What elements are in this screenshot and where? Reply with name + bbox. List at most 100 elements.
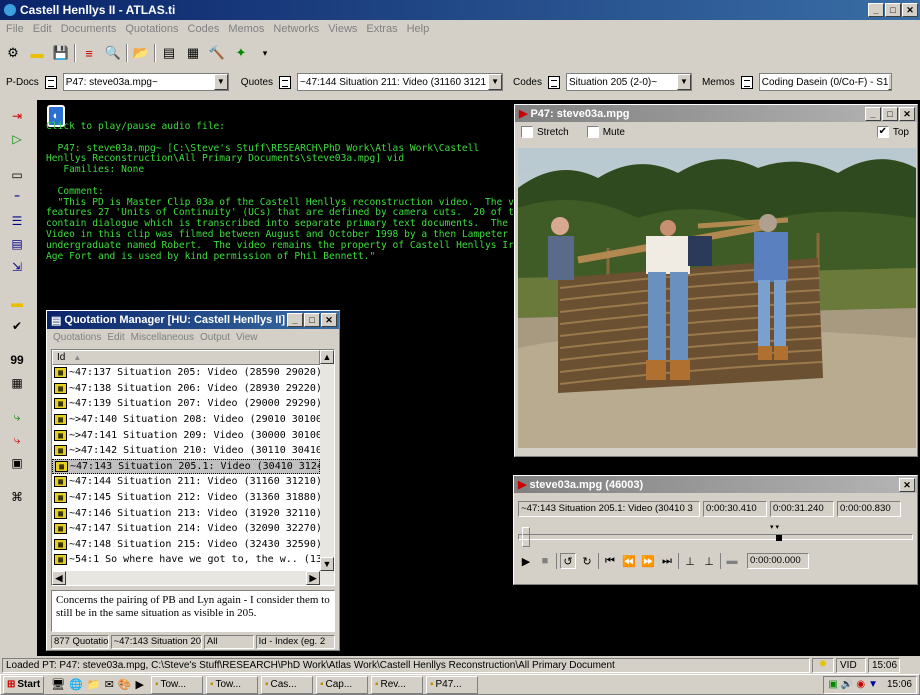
quotation-row[interactable]: ▦ ~47:145 Situation 212: Video (31360 318… <box>52 490 320 506</box>
mail-icon[interactable]: ✉ <box>105 678 114 691</box>
create-quote-icon[interactable]: ▬ <box>724 553 740 569</box>
task-button[interactable]: ▪ Tow... <box>205 675 258 694</box>
qm-column-header[interactable]: Id ▲ <box>52 350 320 365</box>
desktop-icon[interactable]: 🖥 <box>51 678 65 691</box>
minimize-button[interactable]: _ <box>287 313 303 327</box>
quotation-row[interactable]: ▦ ~54:1 So where have we got to, the w.. … <box>52 552 320 568</box>
loop-icon[interactable]: ↺ <box>560 553 576 569</box>
code-open-icon[interactable]: ⁼ <box>6 188 28 208</box>
document-line[interactable]: Click to play/pause audio file: <box>46 121 537 133</box>
code-list-icon[interactable]: ☰ <box>6 211 28 231</box>
menu-item-views[interactable]: Views <box>328 23 357 35</box>
network-icon[interactable]: ✦ <box>230 42 252 64</box>
tray-volume-icon[interactable]: 🔊 <box>841 679 853 690</box>
menu-item-codes[interactable]: Codes <box>188 23 220 35</box>
close-button[interactable]: ✕ <box>899 477 915 492</box>
menu-item-edit[interactable]: Edit <box>33 23 52 35</box>
qm-menu-item-edit[interactable]: Edit <box>107 332 124 343</box>
code-in-vivo-icon[interactable]: ▤ <box>6 234 28 254</box>
pdocs-combo[interactable]: P47: steve03a.mpg~ ▼ <box>62 73 229 91</box>
task-button[interactable]: ▪ P47... <box>425 675 478 694</box>
skip-start-icon[interactable]: ⏮ <box>602 553 618 569</box>
fast-forward-icon[interactable]: ⏩ <box>640 553 656 569</box>
rewind-icon[interactable]: ⏪ <box>621 553 637 569</box>
menu-item-help[interactable]: Help <box>407 23 430 35</box>
check-icon[interactable]: ✔ <box>6 316 28 336</box>
minimize-button[interactable]: _ <box>868 3 884 17</box>
qm-comment[interactable]: Concerns the pairing of PB and Lyn again… <box>51 590 335 632</box>
mute-checkbox[interactable] <box>586 126 599 138</box>
tray-update-icon[interactable]: ▼ <box>868 679 878 690</box>
code-icon[interactable]: ≡ <box>78 42 100 64</box>
task-button[interactable]: ▪ Rev... <box>370 675 423 694</box>
quotation-row[interactable]: ▦ ~47:139 Situation 207: Video (29000 292… <box>52 396 320 412</box>
maximize-button[interactable]: □ <box>882 106 898 121</box>
qm-menu-item-view[interactable]: View <box>236 332 258 343</box>
close-button[interactable]: ✕ <box>902 3 918 17</box>
menu-item-file[interactable]: File <box>6 23 24 35</box>
minimize-button[interactable]: _ <box>865 106 881 121</box>
task-button[interactable]: ▪ Cap... <box>315 675 368 694</box>
media-slider[interactable]: ▾ ▾ <box>518 523 913 551</box>
mark-end-icon[interactable]: ⊥ <box>701 553 717 569</box>
scroll-up-icon[interactable]: ▲ <box>320 350 334 364</box>
repeat-icon[interactable]: ↻ <box>579 553 595 569</box>
memo-create-icon[interactable]: ▬ <box>6 293 28 313</box>
quotation-row[interactable]: ▦ ~>47:141 Situation 209: Video (30000 30… <box>52 427 320 443</box>
quotation-create-icon[interactable]: ▭ <box>6 165 28 185</box>
task-button[interactable]: ▪ Cas... <box>260 675 313 694</box>
chevron-down-icon[interactable]: ▼ <box>213 74 228 90</box>
network-view-icon[interactable]: ⌘ <box>6 487 28 507</box>
chevron-down-icon[interactable]: ▼ <box>676 74 691 90</box>
hu-editor-icon[interactable]: ⚙ <box>2 42 24 64</box>
grid-icon[interactable]: ▦ <box>6 373 28 393</box>
quotes-combo[interactable]: ~47:144 Situation 211: Video (31160 3121… <box>297 73 504 91</box>
tray-antivirus-icon[interactable]: ◉ <box>856 679 865 690</box>
quotation-row[interactable]: ▦ ~47:148 Situation 215: Video (32430 325… <box>52 537 320 553</box>
task-button[interactable]: ▪ Tow... <box>150 675 203 694</box>
codes-combo[interactable]: Situation 205 (2-0)~ ▼ <box>565 73 692 91</box>
chevron-down-icon[interactable]: ▼ <box>488 74 503 90</box>
quote-marks-icon[interactable]: 99 <box>6 350 28 370</box>
table-icon[interactable]: ▦ <box>182 42 204 64</box>
scroll-right-icon[interactable]: ▶ <box>306 571 320 585</box>
mark-start-icon[interactable]: ⊥ <box>682 553 698 569</box>
slider-thumb[interactable] <box>522 527 530 547</box>
search-icon[interactable]: 🔍 <box>102 42 124 64</box>
menu-item-quotations[interactable]: Quotations <box>125 23 178 35</box>
play-icon[interactable]: ▷ <box>6 129 28 149</box>
maximize-button[interactable]: □ <box>304 313 320 327</box>
stretch-checkbox[interactable] <box>521 126 533 138</box>
qm-vertical-scrollbar[interactable]: ▲ ▼ <box>320 350 334 571</box>
code-by-list-icon[interactable]: ⇲ <box>6 257 28 277</box>
tools-icon[interactable]: 🔨 <box>206 42 228 64</box>
quotation-row[interactable]: ▦ ~>47:140 Situation 208: Video (29010 30… <box>52 412 320 428</box>
qm-horizontal-scrollbar[interactable]: ◀ ▶ <box>52 571 334 585</box>
dropdown-icon[interactable]: ▾ <box>254 42 276 64</box>
maximize-button[interactable]: □ <box>885 3 901 17</box>
chevron-down-icon[interactable]: ▼ <box>888 74 891 90</box>
qm-menu-item-quotations[interactable]: Quotations <box>53 332 101 343</box>
qm-menu-item-miscellaneous[interactable]: Miscellaneous <box>131 332 194 343</box>
play-icon[interactable]: ▶ <box>518 553 534 569</box>
top-checkbox[interactable]: ✔ <box>876 126 889 138</box>
quotation-row[interactable]: ▦ ~>47:142 Situation 210: Video (30110 30… <box>52 443 320 459</box>
memos-combo[interactable]: Coding Dasein (0/Co-F) - S1 ▼ <box>758 73 892 91</box>
quotation-row[interactable]: ▦ ~47:146 Situation 213: Video (31920 321… <box>52 505 320 521</box>
link-red-icon[interactable]: ⤷ <box>6 430 28 450</box>
new-icon[interactable]: ▬ <box>26 42 48 64</box>
menu-item-extras[interactable]: Extras <box>366 23 397 35</box>
close-button[interactable]: ✕ <box>321 313 337 327</box>
open-folder-icon[interactable]: 📂 <box>130 42 152 64</box>
menu-item-networks[interactable]: Networks <box>273 23 319 35</box>
start-button[interactable]: ⊞ Start <box>3 675 45 694</box>
explorer-icon[interactable]: 📁 <box>87 678 101 691</box>
quotation-row[interactable]: ▦ ~47:144 Situation 211: Video (31160 312… <box>52 474 320 490</box>
quotation-row[interactable]: ▦ ~47:147 Situation 214: Video (32090 322… <box>52 521 320 537</box>
stop-icon[interactable]: ■ <box>537 553 553 569</box>
window-icon[interactable]: ▣ <box>6 453 28 473</box>
scroll-left-icon[interactable]: ◀ <box>52 571 66 585</box>
browser-icon[interactable]: 🌐 <box>69 678 83 691</box>
save-icon[interactable]: 💾 <box>50 42 72 64</box>
video-frame[interactable] <box>518 148 916 448</box>
